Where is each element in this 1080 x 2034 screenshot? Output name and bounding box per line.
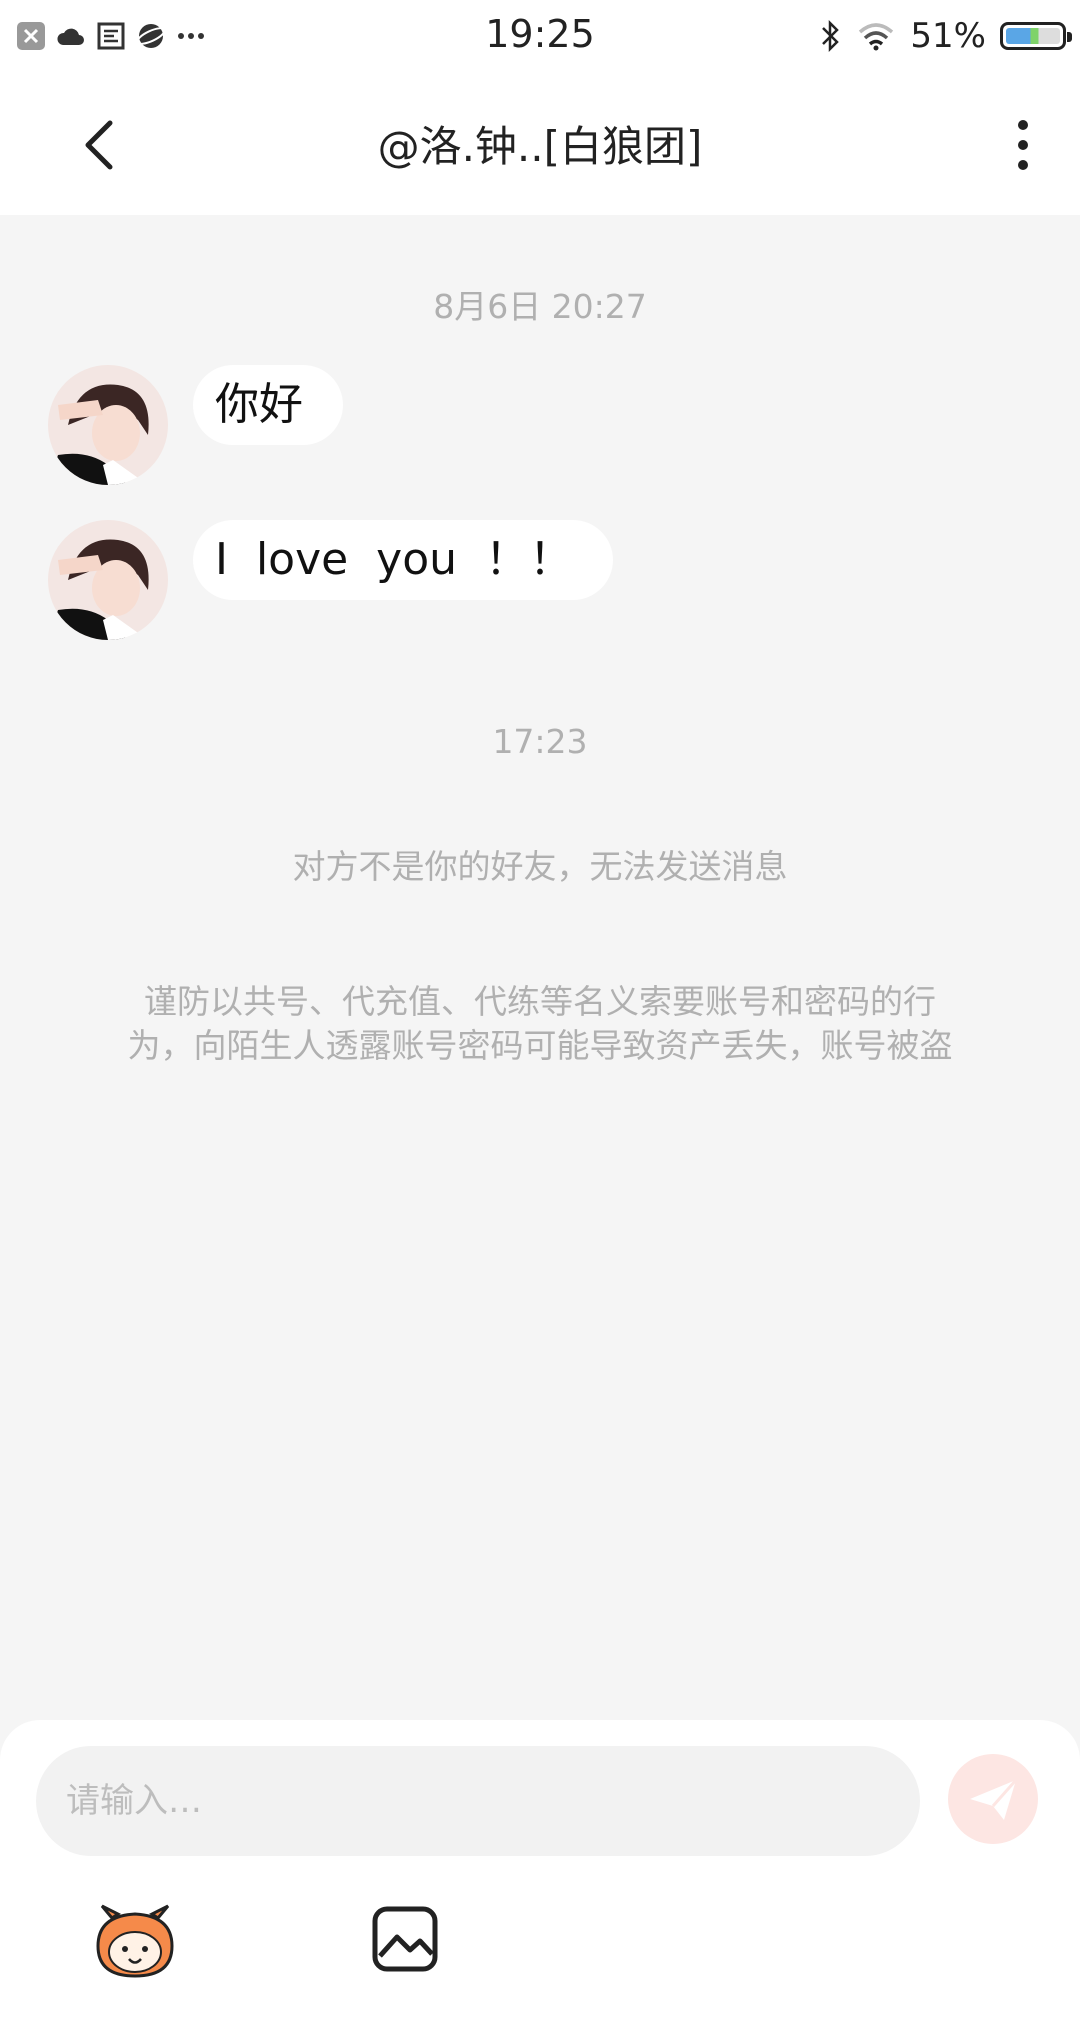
avatar-portrait-icon <box>48 365 168 485</box>
battery-icon <box>1000 22 1072 50</box>
message-bubble[interactable]: I love you ！！ <box>193 520 613 600</box>
message-bubble[interactable]: 你好 <box>193 365 343 445</box>
avatar[interactable] <box>48 365 168 485</box>
chat-header: @洛.钟..[白狼团] <box>0 75 1080 215</box>
wifi-icon <box>859 23 894 51</box>
status-right-icons: 51% <box>820 14 1072 58</box>
avatar[interactable] <box>48 520 168 640</box>
send-icon <box>970 1779 1018 1820</box>
bluetooth-icon <box>822 19 840 53</box>
status-bar: 19:25 51% <box>0 0 1080 75</box>
security-warning: 谨防以共号、代充值、代练等名义索要账号和密码的行 为，向陌生人透露账号密码可能导… <box>80 980 1000 1068</box>
message-input[interactable]: 请输入… <box>36 1746 920 1856</box>
security-warning-line: 为，向陌生人透露账号密码可能导致资产丢失，账号被盗 <box>127 1026 953 1065</box>
vertical-dots-icon[interactable] <box>1008 115 1038 175</box>
chat-title: @洛.钟..[白狼团] <box>377 122 703 171</box>
system-notice: 对方不是你的好友，无法发送消息 <box>292 847 788 886</box>
security-warning-line: 谨防以共号、代充值、代练等名义索要账号和密码的行 <box>144 982 936 1021</box>
message-timestamp: 17:23 <box>492 722 588 761</box>
message-timestamp: 8月6日 20:27 <box>433 287 647 326</box>
battery-percentage: 51% <box>910 16 986 56</box>
composer-panel: 请输入… <box>0 1720 1080 2034</box>
send-button[interactable] <box>948 1754 1038 1844</box>
image-icon[interactable] <box>370 1904 440 1974</box>
avatar-portrait-icon <box>48 520 168 640</box>
mascot-emoji-icon[interactable] <box>92 1904 178 1980</box>
